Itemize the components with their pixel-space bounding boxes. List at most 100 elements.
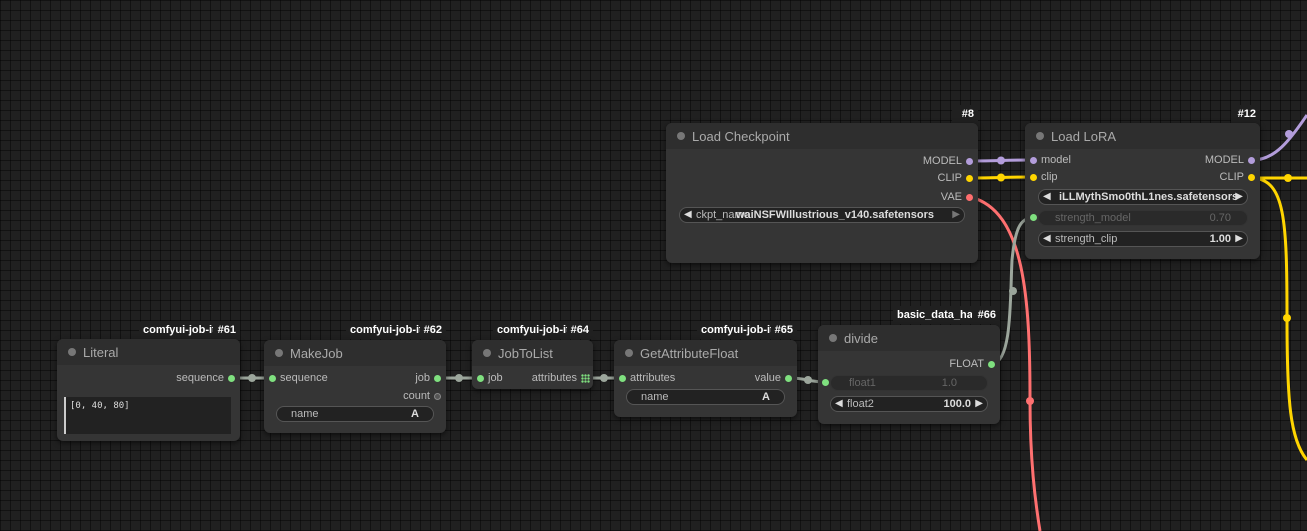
- arrow-right-icon[interactable]: ▶: [1235, 190, 1243, 204]
- input-port-clip[interactable]: [1030, 174, 1037, 181]
- output-label-clip: CLIP: [1219, 171, 1244, 183]
- input-port-float1[interactable]: [822, 379, 829, 386]
- ckpt-name-combo[interactable]: ◀ ckpt_name waiNSFWIllustrious_v140.safe…: [679, 207, 965, 223]
- collapse-dot-icon[interactable]: [483, 349, 491, 357]
- collapse-dot-icon[interactable]: [829, 334, 837, 342]
- widget-label: float2: [847, 398, 874, 410]
- node-title: Load LoRA: [1051, 129, 1117, 144]
- node-divide[interactable]: divide FLOAT float1 1.0 ◀ float2 100.0 ▶: [818, 325, 1000, 424]
- output-port-job[interactable]: [434, 375, 441, 382]
- lora-name-combo[interactable]: ◀ iLLMythSmo0thL1nes.safetensors ▶: [1038, 189, 1248, 205]
- output-port-sequence[interactable]: [228, 375, 235, 382]
- list-output-grid-icon[interactable]: [581, 374, 590, 383]
- wire-lora-model-out: [1252, 114, 1307, 162]
- node-source: basic_data_han: [897, 309, 972, 321]
- node-header[interactable]: JobToList: [472, 340, 593, 366]
- output-port-model[interactable]: [1248, 157, 1255, 164]
- node-load-checkpoint[interactable]: Load Checkpoint MODEL CLIP VAE ◀ ckpt_na…: [666, 123, 978, 263]
- node-id: #12: [1234, 105, 1256, 123]
- input-port-sequence[interactable]: [269, 375, 276, 382]
- node-badge: comfyui-job-ite #64: [493, 321, 593, 339]
- node-header[interactable]: divide: [818, 325, 1000, 351]
- strength-model-widget[interactable]: strength_model 0.70: [1038, 210, 1248, 226]
- node-header[interactable]: Load LoRA: [1025, 123, 1260, 149]
- arrow-right-icon[interactable]: ▶: [1235, 232, 1243, 246]
- node-header[interactable]: Literal: [57, 339, 240, 365]
- output-label-clip: CLIP: [937, 172, 962, 184]
- collapse-dot-icon[interactable]: [68, 348, 76, 356]
- literal-text-input[interactable]: [0, 40, 80]: [64, 397, 231, 434]
- node-load-lora[interactable]: Load LoRA model clip MODEL CLIP ◀ iLLMyt…: [1025, 123, 1260, 259]
- arrow-left-icon[interactable]: ◀: [1043, 190, 1051, 204]
- output-port-clip[interactable]: [1248, 174, 1255, 181]
- node-header[interactable]: MakeJob: [264, 340, 446, 366]
- collapse-dot-icon[interactable]: [275, 349, 283, 357]
- output-port-model[interactable]: [966, 158, 973, 165]
- widget-value: 100.0: [943, 398, 971, 410]
- widget-value: 0.70: [1209, 212, 1231, 224]
- widget-value: iLLMythSmo0thL1nes.safetensors: [1059, 191, 1239, 203]
- node-source: comfyui-job-ite: [701, 324, 771, 336]
- collapse-dot-icon[interactable]: [625, 349, 633, 357]
- output-label-vae: VAE: [940, 191, 962, 203]
- input-port-model[interactable]: [1030, 157, 1037, 164]
- strength-clip-widget[interactable]: ◀ strength_clip 1.00 ▶: [1038, 231, 1248, 247]
- float2-widget[interactable]: ◀ float2 100.0 ▶: [830, 396, 988, 412]
- arrow-right-icon[interactable]: ▶: [952, 208, 960, 222]
- input-port-attributes[interactable]: [619, 375, 626, 382]
- widget-value: 1.00: [1209, 233, 1231, 245]
- widget-value: A: [762, 391, 770, 403]
- node-id: #66: [974, 306, 996, 324]
- node-badge: basic_data_han #66: [893, 306, 1000, 324]
- wire-layer: [232, 114, 1307, 531]
- name-text-widget[interactable]: name A: [626, 389, 785, 405]
- node-title: JobToList: [498, 346, 553, 361]
- input-port-strength-model[interactable]: [1030, 214, 1037, 221]
- node-id: #64: [567, 321, 589, 339]
- collapse-dot-icon[interactable]: [1036, 132, 1044, 140]
- output-label-float: FLOAT: [949, 358, 984, 370]
- output-port-clip[interactable]: [966, 175, 973, 182]
- node-id: #62: [420, 321, 442, 339]
- node-literal[interactable]: Literal sequence [0, 40, 80]: [57, 339, 240, 441]
- widget-label: strength_clip: [1055, 233, 1118, 245]
- arrow-left-icon[interactable]: ◀: [1043, 232, 1051, 246]
- output-label-value: value: [754, 372, 781, 384]
- widget-label: name: [641, 391, 669, 403]
- node-badge: #12: [1231, 105, 1260, 123]
- output-port-vae[interactable]: [966, 194, 973, 201]
- input-label-attributes: attributes: [630, 372, 676, 384]
- node-title: MakeJob: [290, 346, 343, 361]
- node-source: comfyui-job-ite: [497, 324, 567, 336]
- node-badge: comfyui-job-ite #65: [697, 321, 797, 339]
- name-text-widget[interactable]: name A: [276, 406, 434, 422]
- node-title: Load Checkpoint: [692, 129, 790, 144]
- arrow-left-icon[interactable]: ◀: [835, 397, 843, 411]
- node-id: #8: [958, 105, 974, 123]
- node-header[interactable]: GetAttributeFloat: [614, 340, 797, 366]
- node-header[interactable]: Load Checkpoint: [666, 123, 978, 149]
- node-getattributefloat[interactable]: GetAttributeFloat attributes value name …: [614, 340, 797, 417]
- output-port-value[interactable]: [785, 375, 792, 382]
- wire-lora-clip-down: [1252, 176, 1307, 461]
- output-port-count[interactable]: [434, 393, 441, 400]
- float1-widget[interactable]: float1 1.0: [830, 375, 988, 391]
- node-title: Literal: [83, 345, 119, 360]
- input-label-clip: clip: [1041, 171, 1058, 183]
- node-id: #61: [214, 321, 236, 339]
- input-label-sequence: sequence: [280, 372, 328, 384]
- node-title: GetAttributeFloat: [640, 346, 739, 361]
- input-port-job[interactable]: [477, 375, 484, 382]
- input-label-model: model: [1041, 154, 1071, 166]
- node-makejob[interactable]: MakeJob sequence job count name A: [264, 340, 446, 433]
- output-label-sequence: sequence: [176, 372, 224, 384]
- arrow-left-icon[interactable]: ◀: [684, 208, 692, 222]
- collapse-dot-icon[interactable]: [677, 132, 685, 140]
- node-badge: comfyui-job-ite #61: [139, 321, 240, 339]
- node-jobtolist[interactable]: JobToList job attributes: [472, 340, 593, 389]
- node-source: comfyui-job-ite: [350, 324, 420, 336]
- widget-label: name: [291, 408, 319, 420]
- node-badge: comfyui-job-ite #62: [346, 321, 446, 339]
- output-port-float[interactable]: [988, 361, 995, 368]
- arrow-right-icon[interactable]: ▶: [975, 397, 983, 411]
